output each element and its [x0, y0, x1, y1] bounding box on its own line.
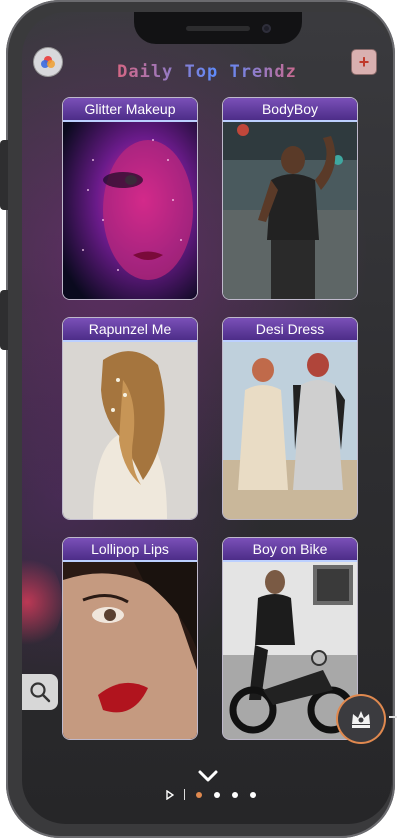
- card-image: [223, 340, 357, 519]
- background-glow: [22, 552, 62, 652]
- chevron-down-icon[interactable]: [196, 768, 220, 784]
- speaker-grille: [186, 26, 250, 31]
- phone-frame: Daily Top Trendz + Glitter Makeup BodyBo…: [0, 0, 397, 838]
- play-icon[interactable]: [166, 790, 174, 800]
- app-screen: Daily Top Trendz + Glitter Makeup BodyBo…: [22, 12, 392, 824]
- search-icon: [30, 682, 51, 703]
- side-indicator: [389, 716, 397, 718]
- premium-button[interactable]: [338, 696, 384, 742]
- card-label: BodyBoy: [223, 98, 357, 122]
- card-image: [63, 120, 197, 299]
- card-image: [63, 340, 197, 519]
- page-dot-1[interactable]: [196, 792, 202, 798]
- card-label: Lollipop Lips: [63, 538, 197, 562]
- app-title: Daily Top Trendz: [82, 62, 332, 82]
- page-dot-4[interactable]: [250, 792, 256, 798]
- crown-icon: [352, 711, 370, 728]
- card-label: Boy on Bike: [223, 538, 357, 562]
- notch: [134, 12, 302, 44]
- search-button[interactable]: [22, 674, 58, 710]
- side-button: [0, 140, 8, 210]
- plus-icon: +: [358, 52, 370, 72]
- page-dot-3[interactable]: [232, 792, 238, 798]
- trend-card-lollipop-lips[interactable]: Lollipop Lips: [63, 538, 197, 739]
- trend-card-boy-on-bike[interactable]: Boy on Bike: [223, 538, 357, 739]
- logo-button[interactable]: [34, 48, 62, 76]
- trend-card-glitter-makeup[interactable]: Glitter Makeup: [63, 98, 197, 299]
- page-dot-2[interactable]: [214, 792, 220, 798]
- page-indicator: [162, 788, 262, 802]
- card-label: Glitter Makeup: [63, 98, 197, 122]
- card-label: Rapunzel Me: [63, 318, 197, 342]
- trend-card-bodyboy[interactable]: BodyBoy: [223, 98, 357, 299]
- side-button: [0, 290, 8, 350]
- card-image: [223, 120, 357, 299]
- card-label: Desi Dress: [223, 318, 357, 342]
- card-image: [223, 560, 357, 739]
- trend-card-rapunzel-me[interactable]: Rapunzel Me: [63, 318, 197, 519]
- trend-card-desi-dress[interactable]: Desi Dress: [223, 318, 357, 519]
- circle-logo-icon: [41, 56, 55, 68]
- separator: [184, 789, 185, 800]
- front-camera: [262, 24, 271, 33]
- card-image: [63, 560, 197, 739]
- add-button[interactable]: +: [352, 50, 376, 74]
